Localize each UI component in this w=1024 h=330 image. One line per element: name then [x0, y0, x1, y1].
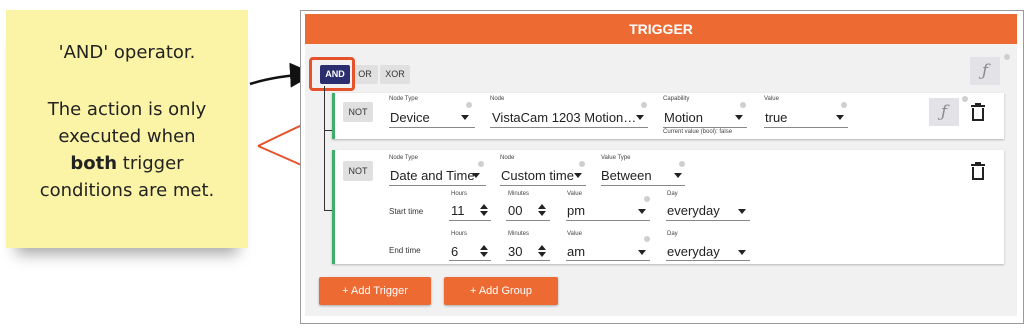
node-label: Node — [500, 155, 515, 161]
day-label: Day — [667, 191, 678, 197]
chevron-down-icon — [472, 173, 480, 178]
select-underline — [663, 127, 747, 128]
input-underline — [506, 220, 550, 221]
value-type-label: Value Type — [601, 155, 631, 161]
spinner-icon[interactable] — [480, 245, 488, 257]
spinner-icon[interactable] — [480, 204, 488, 216]
not-toggle-button[interactable]: NOT — [343, 102, 373, 122]
info-dot-icon — [641, 102, 647, 108]
info-dot-icon — [466, 102, 472, 108]
end-day-select[interactable]: everyday — [667, 244, 720, 259]
group-bracket-tick — [324, 210, 332, 211]
add-trigger-button[interactable]: + Add Trigger — [319, 277, 431, 305]
spinner-icon[interactable] — [538, 204, 546, 216]
hours-label: Hours — [451, 191, 468, 197]
select-underline — [566, 260, 650, 261]
hours-label: Hours — [451, 231, 468, 237]
node-select[interactable]: Custom time — [501, 168, 574, 183]
start-day-select[interactable]: everyday — [667, 203, 720, 218]
info-dot-icon — [841, 102, 847, 108]
and-highlight-box — [309, 57, 355, 91]
select-underline — [764, 127, 848, 128]
group-bracket-tick — [324, 130, 332, 131]
or-operator-button[interactable]: OR — [352, 65, 378, 84]
select-underline — [666, 220, 750, 221]
chevron-down-icon — [738, 209, 746, 214]
end-minutes-input[interactable]: 30 — [508, 244, 522, 259]
minutes-label: Minutes — [508, 191, 530, 197]
chevron-down-icon — [674, 173, 682, 178]
chevron-down-icon — [735, 115, 743, 120]
select-underline — [601, 185, 685, 186]
condition-function-button[interactable]: ƒ — [929, 98, 959, 126]
start-time-label: Start time — [389, 207, 424, 216]
select-underline — [389, 185, 486, 186]
chevron-down-icon — [836, 115, 844, 120]
select-underline — [490, 127, 648, 128]
info-dot-icon — [740, 102, 746, 108]
capability-select[interactable]: Motion — [664, 110, 703, 125]
value-type-select[interactable]: Between — [601, 168, 652, 183]
chevron-down-icon — [574, 173, 582, 178]
node-select[interactable]: VistaCam 1203 Motion… — [492, 110, 636, 125]
group-function-button[interactable]: ƒ — [970, 57, 1000, 85]
day-label: Day — [667, 231, 678, 237]
select-underline — [500, 185, 586, 186]
info-dot-icon — [644, 236, 650, 242]
select-underline — [666, 260, 750, 261]
current-value-hint: Current value (bool): false — [663, 129, 733, 135]
minutes-label: Minutes — [508, 231, 530, 237]
select-underline — [566, 220, 650, 221]
chevron-down-icon — [461, 115, 469, 120]
trash-icon[interactable] — [970, 103, 986, 121]
node-type-label: Node Type — [389, 96, 418, 102]
group-bracket-line — [324, 86, 325, 210]
node-type-select[interactable]: Device — [390, 110, 430, 125]
condition-1-connector — [332, 93, 335, 139]
value-label: Value — [567, 191, 582, 197]
info-dot-icon — [644, 196, 650, 202]
node-label: Node — [490, 96, 505, 102]
info-dot-icon — [478, 161, 484, 167]
end-ampm-select[interactable]: am — [567, 244, 585, 259]
input-underline — [506, 260, 550, 261]
end-hours-input[interactable]: 6 — [451, 244, 458, 259]
info-dot-icon — [1004, 54, 1010, 60]
xor-operator-button[interactable]: XOR — [380, 65, 410, 84]
not-toggle-button[interactable]: NOT — [343, 161, 373, 181]
node-type-label: Node Type — [389, 155, 418, 161]
start-minutes-input[interactable]: 00 — [508, 203, 522, 218]
select-underline — [389, 127, 475, 128]
capability-label: Capability — [663, 96, 690, 102]
trigger-header: TRIGGER — [305, 14, 1017, 44]
trash-icon[interactable] — [970, 162, 986, 180]
start-ampm-select[interactable]: pm — [567, 203, 585, 218]
condition-2-connector — [332, 150, 335, 264]
add-group-button[interactable]: + Add Group — [444, 277, 558, 305]
spinner-icon[interactable] — [538, 245, 546, 257]
info-dot-icon — [579, 161, 585, 167]
value-label: Value — [764, 96, 779, 102]
chevron-down-icon — [638, 209, 646, 214]
start-hours-input[interactable]: 11 — [451, 203, 465, 218]
chevron-down-icon — [638, 250, 646, 255]
value-label: Value — [567, 231, 582, 237]
chevron-down-icon — [738, 250, 746, 255]
info-dot-icon — [962, 96, 968, 102]
info-dot-icon — [679, 161, 685, 167]
end-time-label: End time — [389, 246, 421, 255]
input-underline — [449, 260, 491, 261]
chevron-down-icon — [636, 115, 644, 120]
input-underline — [449, 220, 491, 221]
value-select[interactable]: true — [765, 110, 787, 125]
node-type-select[interactable]: Date and Time — [390, 168, 475, 183]
